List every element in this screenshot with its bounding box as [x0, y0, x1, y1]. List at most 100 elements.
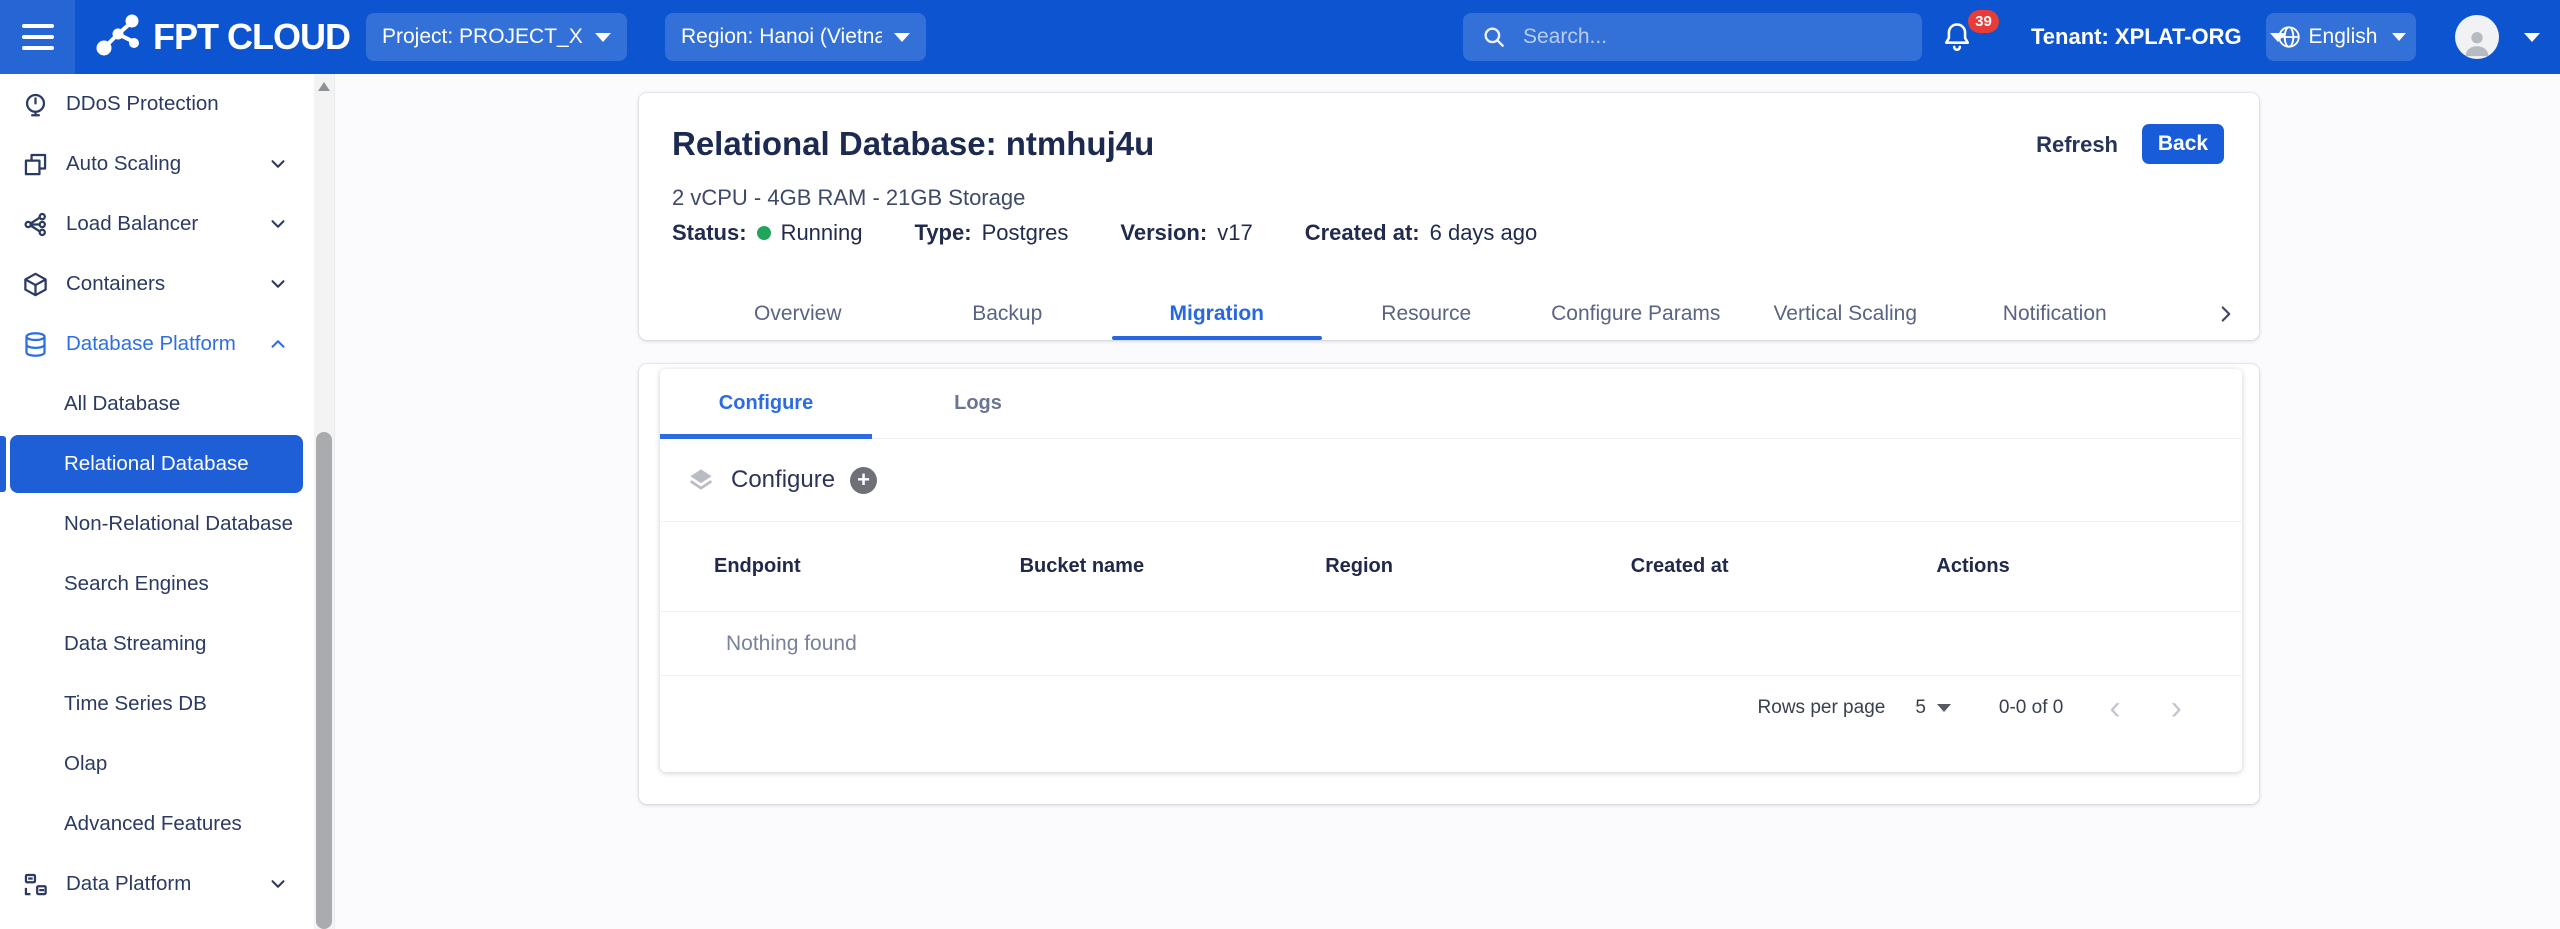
- language-label: English: [2309, 25, 2378, 49]
- sidebar-item-label: Search Engines: [64, 572, 289, 596]
- project-selector-value: Project: PROJECT_XPL...: [382, 25, 583, 49]
- tabs-scroll-next-button[interactable]: [2213, 288, 2239, 340]
- configure-section-header: Configure +: [660, 439, 2242, 522]
- sidebar-item-ddos-protection[interactable]: DDoS Protection: [0, 74, 315, 134]
- tab-migration[interactable]: Migration: [1112, 288, 1322, 340]
- sidebar-item-advanced-features[interactable]: Advanced Features: [0, 794, 315, 854]
- sidebar-item-time-series-db[interactable]: Time Series DB: [0, 674, 315, 734]
- search-input[interactable]: [1521, 24, 1904, 50]
- sidebar-scrollbar-thumb[interactable]: [316, 432, 332, 929]
- sidebar-item-search-engines[interactable]: Search Engines: [0, 554, 315, 614]
- data-platform-icon: [22, 871, 49, 898]
- migration-card: Configure Logs Configure + Endpoint Buck…: [639, 364, 2259, 804]
- notification-count-badge: 39: [1968, 10, 1999, 33]
- avatar: [2455, 15, 2499, 59]
- global-search: [1463, 13, 1922, 61]
- selected-edge-indicator: [0, 436, 6, 492]
- tab-vertical-scaling[interactable]: Vertical Scaling: [1741, 288, 1951, 340]
- sidebar-item-load-balancer[interactable]: Load Balancer: [0, 194, 315, 254]
- rows-per-page-value: 5: [1915, 697, 1926, 719]
- tab-configure-params[interactable]: Configure Params: [1531, 288, 1741, 340]
- sidebar-item-non-relational-database[interactable]: Non-Relational Database: [0, 494, 315, 554]
- version-value: v17: [1217, 220, 1252, 246]
- database-meta-row: Status: Running Type: Postgres Version: …: [672, 220, 1589, 246]
- sidebar: DDoS Protection Auto Scaling Load Balanc…: [0, 74, 335, 929]
- sidebar-toggle-button[interactable]: [0, 0, 75, 74]
- database-platform-icon: [22, 331, 49, 358]
- table-header-row: Endpoint Bucket name Region Created at A…: [660, 522, 2242, 612]
- chevron-down-icon: [595, 33, 611, 42]
- sidebar-item-label: Relational Database: [10, 435, 303, 493]
- sidebar-item-label: Containers: [66, 272, 250, 296]
- sidebar-item-label: Time Series DB: [64, 692, 289, 716]
- sidebar-item-olap[interactable]: Olap: [0, 734, 315, 794]
- sidebar-item-label: Auto Scaling: [66, 152, 250, 176]
- region-selector[interactable]: Region: Hanoi (Vietna...: [665, 13, 926, 61]
- refresh-button[interactable]: Refresh: [2030, 124, 2124, 164]
- project-selector[interactable]: Project: PROJECT_XPL...: [366, 13, 627, 61]
- column-header-actions: Actions: [1936, 555, 2242, 578]
- chevron-down-icon: [267, 153, 289, 175]
- created-at-label: Created at:: [1305, 220, 1420, 246]
- column-header-bucket-name: Bucket name: [1020, 555, 1326, 578]
- sidebar-item-data-streaming[interactable]: Data Streaming: [0, 614, 315, 674]
- globe-icon: [2276, 24, 2302, 50]
- chevron-down-icon: [267, 213, 289, 235]
- column-header-region: Region: [1325, 555, 1631, 578]
- sidebar-item-relational-database[interactable]: Relational Database: [0, 434, 315, 494]
- sidebar-scrollbar-track[interactable]: [314, 74, 334, 929]
- chevron-down-icon: [267, 873, 289, 895]
- detail-tabs: Overview Backup Migration Resource Confi…: [693, 288, 2160, 340]
- brand-logo[interactable]: FPT CLOUD: [95, 0, 350, 74]
- type-group: Type: Postgres: [915, 220, 1069, 246]
- chevron-right-icon: [2213, 301, 2239, 327]
- pagination-prev-button[interactable]: ‹: [2109, 691, 2120, 725]
- sidebar-item-all-database[interactable]: All Database: [0, 374, 315, 434]
- sidebar-item-data-platform[interactable]: Data Platform: [0, 854, 315, 914]
- sidebar-item-label: Non-Relational Database: [64, 512, 293, 536]
- rows-per-page-select[interactable]: 5: [1915, 697, 1951, 719]
- user-icon: [2460, 25, 2494, 59]
- add-configure-button[interactable]: +: [850, 467, 877, 494]
- pagination-next-button[interactable]: ›: [2171, 691, 2182, 725]
- auto-scaling-icon: [22, 151, 49, 178]
- table-pagination: Rows per page 5 0-0 of 0 ‹ ›: [660, 676, 2242, 772]
- brand-logo-text: FPT CLOUD: [153, 16, 350, 58]
- chevron-down-icon: [1937, 704, 1951, 712]
- pagination-range-text: 0-0 of 0: [1999, 697, 2063, 719]
- chevron-down-icon: [267, 273, 289, 295]
- subtab-logs[interactable]: Logs: [872, 369, 1084, 438]
- sidebar-item-label: Data Streaming: [64, 632, 289, 656]
- search-icon: [1481, 24, 1507, 50]
- status-label: Status:: [672, 220, 747, 246]
- back-button[interactable]: Back: [2142, 124, 2224, 164]
- tab-overview[interactable]: Overview: [693, 288, 903, 340]
- sidebar-scroll-up-icon[interactable]: [318, 82, 330, 91]
- sidebar-item-label: Data Platform: [66, 872, 250, 896]
- sidebar-item-label: Advanced Features: [64, 812, 289, 836]
- fpt-molecule-icon: [95, 14, 143, 60]
- sidebar-item-label: Database Platform: [66, 332, 250, 356]
- main-content: Relational Database: ntmhuj4u 2 vCPU - 4…: [335, 74, 2560, 929]
- sidebar-item-database-platform[interactable]: Database Platform: [0, 314, 315, 374]
- status-running-dot: [757, 226, 771, 240]
- top-navbar: FPT CLOUD Project: PROJECT_XPL... Region…: [0, 0, 2560, 74]
- sidebar-item-containers[interactable]: Containers: [0, 254, 315, 314]
- tenant-label: Tenant: XPLAT-ORG: [2031, 24, 2242, 50]
- tenant-selector[interactable]: Tenant: XPLAT-ORG: [2031, 0, 2286, 74]
- created-at-value: 6 days ago: [1430, 220, 1538, 246]
- sidebar-item-auto-scaling[interactable]: Auto Scaling: [0, 134, 315, 194]
- user-menu[interactable]: [2455, 0, 2540, 74]
- tab-notification[interactable]: Notification: [1950, 288, 2160, 340]
- column-header-endpoint: Endpoint: [714, 555, 1020, 578]
- region-selector-value: Region: Hanoi (Vietna...: [681, 25, 882, 49]
- language-selector[interactable]: English: [2266, 13, 2416, 61]
- tab-resource[interactable]: Resource: [1322, 288, 1532, 340]
- notifications-button[interactable]: [1940, 0, 1974, 74]
- tab-backup[interactable]: Backup: [903, 288, 1113, 340]
- status-value: Running: [781, 220, 863, 246]
- table-empty-state: Nothing found: [660, 612, 2242, 676]
- empty-state-text: Nothing found: [726, 632, 857, 656]
- version-label: Version:: [1120, 220, 1207, 246]
- subtab-configure[interactable]: Configure: [660, 369, 872, 438]
